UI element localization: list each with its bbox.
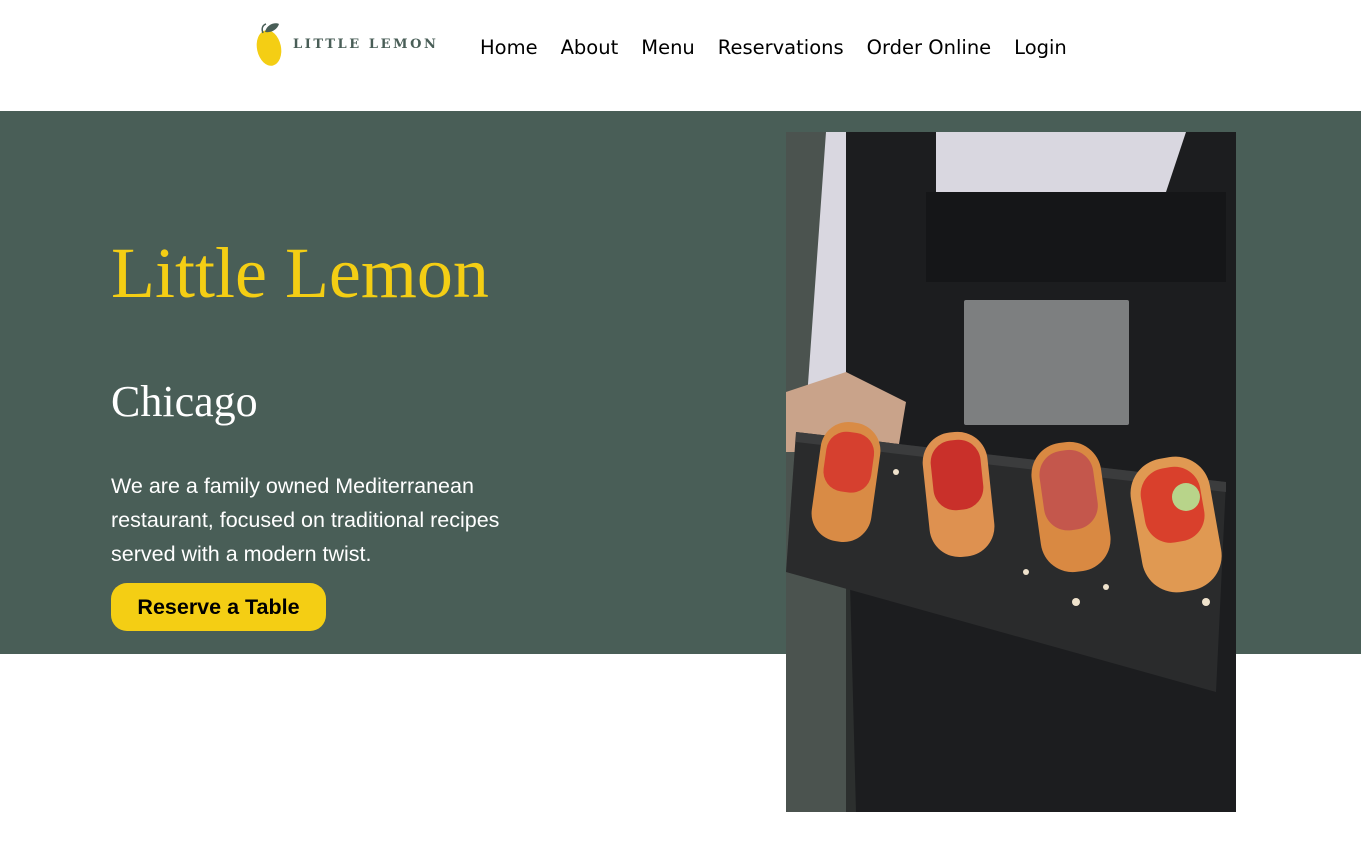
nav-item-home: Home (480, 34, 538, 64)
logo-text: LITTLE LEMON (293, 36, 439, 52)
hero-description: We are a family owned Mediterranean rest… (111, 474, 500, 566)
nav-link-home[interactable]: Home (480, 36, 538, 59)
nav-link-login[interactable]: Login (1014, 36, 1067, 59)
logo[interactable]: LITTLE LEMON (255, 20, 439, 68)
nav-link-menu[interactable]: Menu (641, 36, 695, 59)
main-nav: Home About Menu Reservations Order Onlin… (480, 34, 1067, 64)
page: LITTLE LEMON Home About Menu Reservation… (0, 0, 1361, 841)
hero-title: Little Lemon (111, 233, 489, 313)
site-header: LITTLE LEMON Home About Menu Reservation… (0, 0, 1361, 111)
lemon-icon (256, 23, 282, 66)
nav-link-order-online[interactable]: Order Online (867, 36, 992, 59)
hero-photo-illustration (786, 132, 1236, 812)
reserve-table-button[interactable]: Reserve a Table (111, 583, 326, 631)
nav-link-reservations[interactable]: Reservations (718, 36, 844, 59)
nav-link-about[interactable]: About (561, 36, 619, 59)
hero-subtitle: Chicago (111, 377, 258, 426)
nav-item-menu: Menu (641, 34, 695, 64)
nav-item-about: About (561, 34, 619, 64)
hero-image (786, 132, 1236, 812)
nav-item-order-online: Order Online (867, 34, 992, 64)
nav-item-reservations: Reservations (718, 34, 844, 64)
nav-item-login: Login (1014, 34, 1067, 64)
